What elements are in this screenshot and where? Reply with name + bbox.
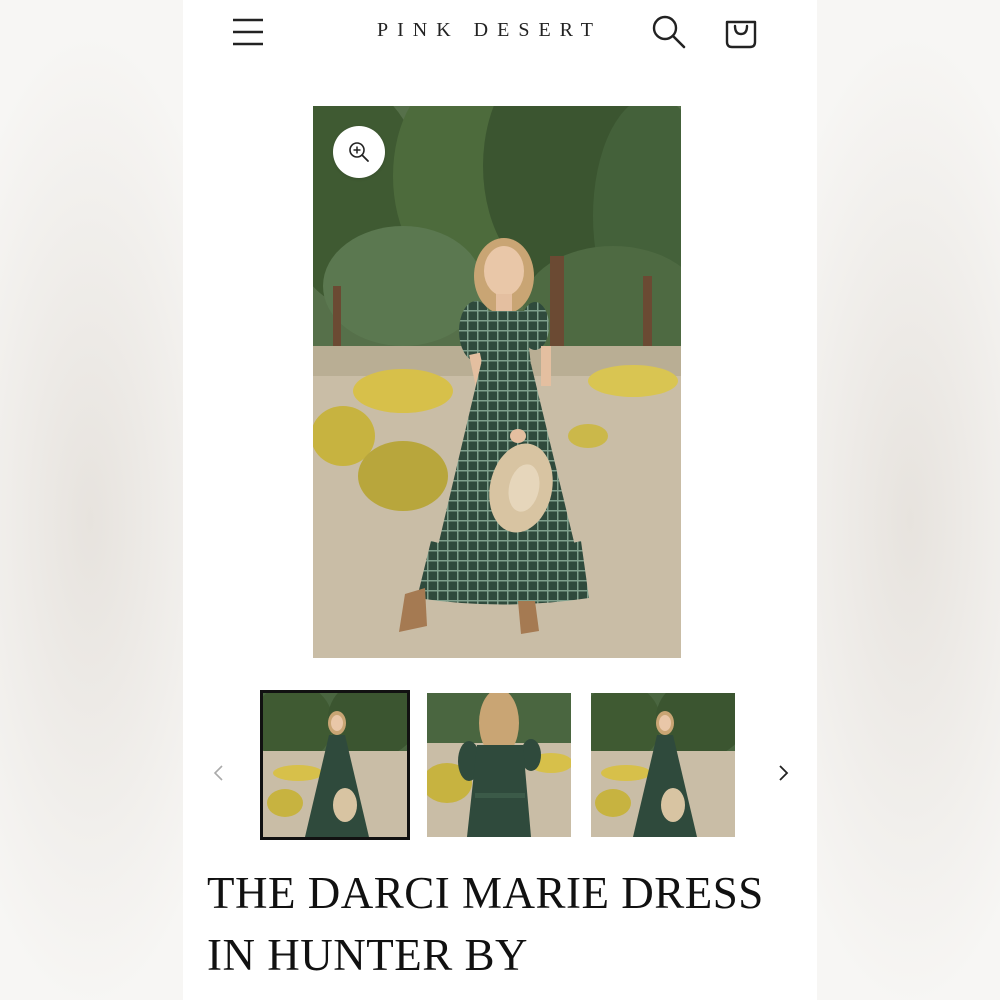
zoom-in-icon [349, 142, 369, 162]
site-header: PINK DESERT [183, 0, 817, 70]
shopping-bag-icon[interactable] [723, 12, 759, 50]
chevron-right-icon[interactable] [773, 760, 793, 786]
thumbnail-front-alt[interactable] [591, 693, 735, 837]
thumbnail-back[interactable] [427, 693, 571, 837]
search-icon[interactable] [651, 14, 687, 50]
thumbnail-front[interactable] [260, 690, 410, 840]
mobile-page: PINK DESERT THE DARCI MARIE DRESS IN HUN… [183, 0, 817, 1000]
hamburger-menu-icon[interactable] [231, 16, 265, 48]
chevron-left-icon[interactable] [209, 760, 229, 786]
zoom-button[interactable] [333, 126, 385, 178]
product-title: THE DARCI MARIE DRESS IN HUNTER BY [207, 868, 764, 980]
main-product-image[interactable] [313, 106, 681, 658]
brand-logo[interactable]: PINK DESERT [377, 19, 602, 42]
